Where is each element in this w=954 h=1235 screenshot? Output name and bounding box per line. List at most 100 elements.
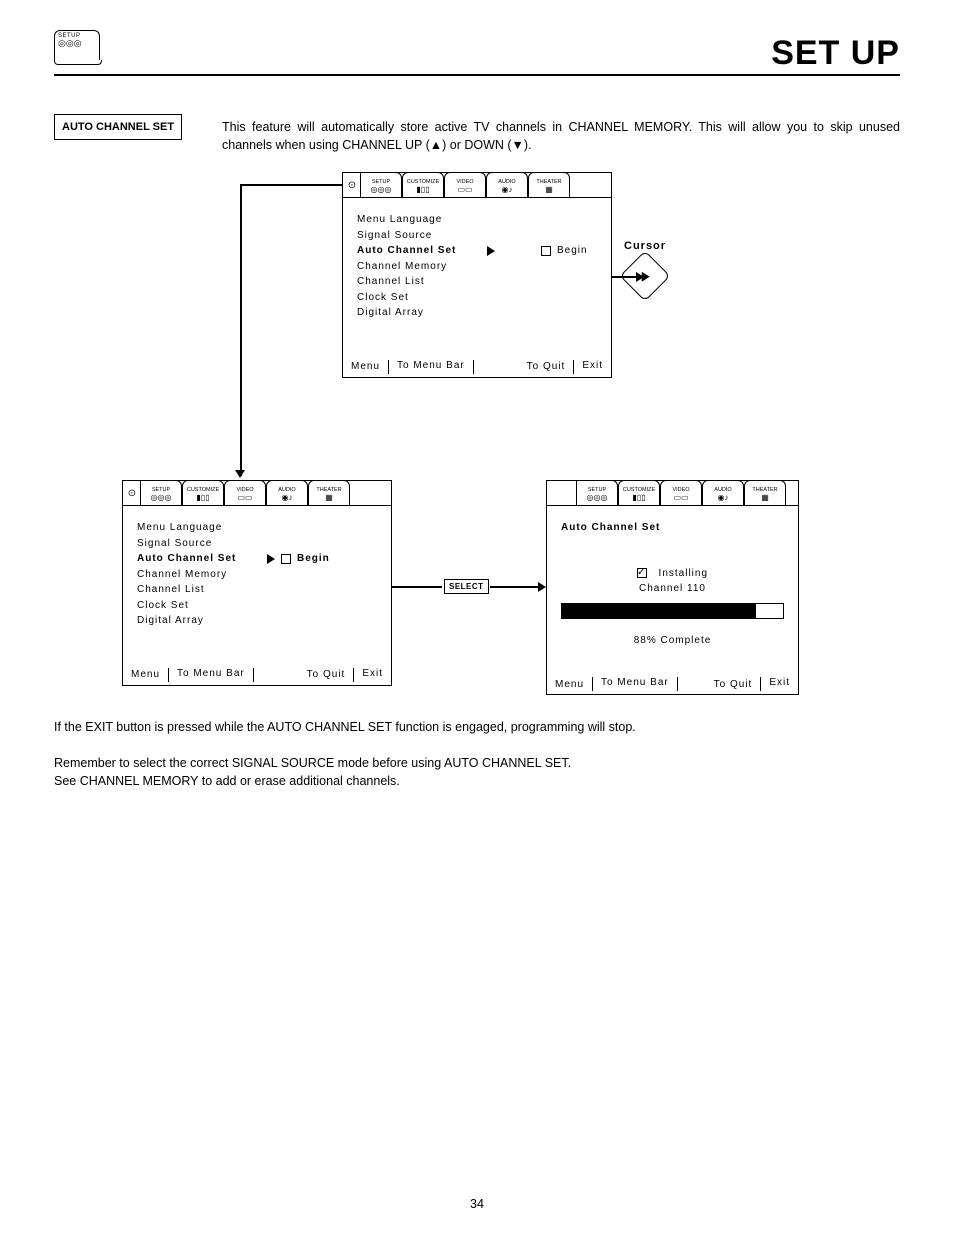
chapter-tab-base	[54, 60, 102, 65]
intro-text: This feature will automatically store ac…	[222, 120, 900, 152]
customize-icon: ▮▯▯	[196, 493, 209, 502]
arrow-right-icon	[267, 554, 275, 564]
tab-setup[interactable]: SETUP◎◎◎	[576, 480, 618, 505]
osd-footer: Menu To Menu Bar To Quit Exit	[343, 357, 611, 377]
tab-setup[interactable]: SETUP◎◎◎	[360, 172, 402, 197]
osd-panel-step3: SETUP◎◎◎ CUSTOMIZE▮▯▯ VIDEO▭▭ AUDIO◉♪ TH…	[546, 480, 799, 695]
note-paragraph-2: Remember to select the correct SIGNAL SO…	[54, 754, 900, 790]
menu-item: Channel List	[357, 274, 597, 290]
menu-item: Menu Language	[137, 520, 377, 536]
footer-menu[interactable]: Menu	[343, 361, 388, 372]
arrow-right-icon	[538, 582, 546, 592]
tab-selector-icon: ⊙	[123, 481, 141, 505]
flow-connector	[612, 276, 636, 278]
arrow-down-icon	[235, 470, 245, 478]
menu-item-selected: Auto Channel Set Begin	[137, 551, 377, 567]
tab-video[interactable]: VIDEO▭▭	[224, 480, 266, 505]
tab-video[interactable]: VIDEO▭▭	[444, 172, 486, 197]
footer-menu[interactable]: Menu	[123, 669, 168, 680]
title-divider	[54, 74, 900, 76]
video-icon: ▭▭	[237, 493, 252, 502]
flow-connector	[240, 184, 342, 186]
osd-footer: Menu To Menu Bar To Quit Exit	[547, 674, 798, 694]
audio-icon: ◉♪	[718, 493, 729, 502]
setup-icon: ◎◎◎	[587, 493, 608, 502]
menu-item: Clock Set	[137, 598, 377, 614]
osd-panel-step2: ⊙ SETUP◎◎◎ CUSTOMIZE▮▯▯ VIDEO▭▭ AUDIO◉♪ …	[122, 480, 392, 686]
tab-customize[interactable]: CUSTOMIZE▮▯▯	[402, 172, 444, 197]
menu-item: Channel Memory	[357, 259, 597, 275]
menu-item: Digital Array	[137, 613, 377, 629]
section-label: AUTO CHANNEL SET	[54, 114, 182, 140]
tab-selector-icon: ⊙	[343, 173, 361, 197]
page-number: 34	[0, 1197, 954, 1211]
menu-item: Digital Array	[357, 305, 597, 321]
note-paragraph-1: If the EXIT button is pressed while the …	[54, 718, 900, 736]
osd-tabs: ⊙ SETUP◎◎◎ CUSTOMIZE▮▯▯ VIDEO▭▭ AUDIO◉♪ …	[123, 481, 391, 506]
osd-body: Menu Language Signal Source Auto Channel…	[123, 506, 391, 665]
chapter-tab: SETUP ◎◎◎	[54, 30, 100, 60]
theater-icon: ▦	[761, 493, 769, 502]
installing-checkbox	[637, 568, 647, 578]
osd-tabs: ⊙ SETUP◎◎◎ CUSTOMIZE▮▯▯ VIDEO▭▭ AUDIO◉♪ …	[343, 173, 611, 198]
begin-label: Begin	[557, 243, 588, 259]
menu-item: Menu Language	[357, 212, 597, 228]
footer-to-quit: To Quit	[706, 679, 761, 690]
tab-video[interactable]: VIDEO▭▭	[660, 480, 702, 505]
channel-number: Channel 110	[561, 581, 784, 597]
tab-audio[interactable]: AUDIO◉♪	[702, 480, 744, 505]
select-button[interactable]: SELECT	[444, 579, 489, 594]
setup-icon: ◎◎◎	[371, 185, 392, 194]
tab-setup[interactable]: SETUP◎◎◎	[140, 480, 182, 505]
footer-to-menu-bar: To Menu Bar	[388, 360, 474, 374]
tab-theater[interactable]: THEATER▦	[744, 480, 786, 505]
osd-body: Menu Language Signal Source Auto Channel…	[343, 198, 611, 357]
installing-label: Installing	[659, 568, 708, 579]
video-icon: ▭▭	[673, 493, 688, 502]
begin-label: Begin	[297, 551, 330, 567]
theater-icon: ▦	[325, 493, 333, 502]
tab-theater[interactable]: THEATER▦	[308, 480, 350, 505]
footer-to-menu-bar: To Menu Bar	[592, 677, 678, 691]
tab-selector-spacer	[547, 481, 577, 505]
flow-connector	[240, 184, 242, 286]
progress-fill	[562, 604, 756, 618]
osd-body: Auto Channel Set Installing Channel 110 …	[547, 506, 798, 674]
setup-icon: ◎◎◎	[151, 493, 172, 502]
menu-item: Signal Source	[357, 228, 597, 244]
footer-menu[interactable]: Menu	[547, 679, 592, 690]
arrow-right-icon	[487, 246, 495, 256]
footer-to-quit: To Quit	[519, 361, 574, 372]
footer-exit[interactable]: Exit	[573, 360, 611, 374]
theater-icon: ▦	[545, 185, 553, 194]
video-icon: ▭▭	[457, 185, 472, 194]
osd-footer: Menu To Menu Bar To Quit Exit	[123, 665, 391, 685]
tab-customize[interactable]: CUSTOMIZE▮▯▯	[182, 480, 224, 505]
osd3-title: Auto Channel Set	[561, 520, 784, 536]
cursor-label: Cursor	[624, 240, 666, 252]
flow-connector	[240, 286, 242, 476]
page-title: SET UP	[771, 34, 900, 73]
audio-icon: ◉♪	[502, 185, 513, 194]
menu-item: Channel List	[137, 582, 377, 598]
footer-to-menu-bar: To Menu Bar	[168, 668, 254, 682]
audio-icon: ◉♪	[282, 493, 293, 502]
tab-customize[interactable]: CUSTOMIZE▮▯▯	[618, 480, 660, 505]
tab-audio[interactable]: AUDIO◉♪	[486, 172, 528, 197]
arrow-right-icon	[636, 272, 644, 282]
menu-item: Channel Memory	[137, 567, 377, 583]
osd-tabs: SETUP◎◎◎ CUSTOMIZE▮▯▯ VIDEO▭▭ AUDIO◉♪ TH…	[547, 481, 798, 506]
begin-checkbox[interactable]	[281, 554, 291, 564]
cursor-hint: Cursor	[624, 240, 666, 294]
tab-theater[interactable]: THEATER▦	[528, 172, 570, 197]
osd-panel-step1: ⊙ SETUP◎◎◎ CUSTOMIZE▮▯▯ VIDEO▭▭ AUDIO◉♪ …	[342, 172, 612, 378]
flow-connector	[490, 586, 540, 588]
begin-checkbox[interactable]	[541, 246, 551, 256]
menu-item-selected: Auto Channel Set Begin	[357, 243, 597, 259]
installing-row: Installing	[561, 566, 784, 582]
progress-text: 88% Complete	[561, 633, 784, 649]
menu-item: Signal Source	[137, 536, 377, 552]
footer-exit[interactable]: Exit	[760, 677, 798, 691]
footer-exit[interactable]: Exit	[353, 668, 391, 682]
tab-audio[interactable]: AUDIO◉♪	[266, 480, 308, 505]
